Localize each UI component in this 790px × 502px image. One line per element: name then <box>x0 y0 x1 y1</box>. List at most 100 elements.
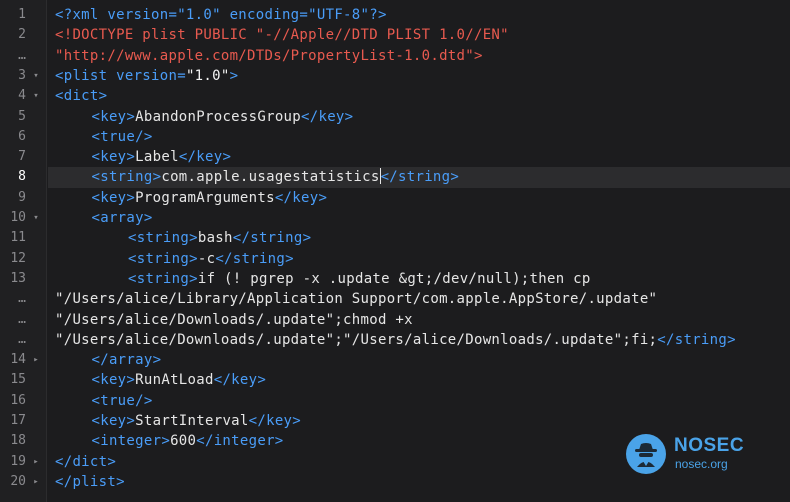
code-line[interactable]: 4 ▾ <dict> <box>0 86 790 106</box>
code-token: <integer> <box>91 433 171 450</box>
line-number: 13 <box>10 270 26 286</box>
line-number: … <box>18 291 26 307</box>
line-number: 7 <box>18 149 26 165</box>
fold-open-icon[interactable]: ▾ <box>31 86 41 106</box>
code-content: <!DOCTYPE plist PUBLIC "-//Apple//DTD PL… <box>55 25 509 45</box>
line-number: 16 <box>10 392 26 408</box>
code-token: "http://www.apple.com/DTDs/PropertyList-… <box>55 47 483 64</box>
code-line[interactable]: 6 <true/> <box>0 127 790 147</box>
code-token: -c <box>197 250 216 267</box>
code-token: bash <box>197 230 233 247</box>
code-line[interactable]: 3 ▾ <plist version="1.0"> <box>0 66 790 86</box>
code-token: </key> <box>213 372 267 389</box>
code-line[interactable]: 2 <!DOCTYPE plist PUBLIC "-//Apple//DTD P… <box>0 25 790 45</box>
code-content: <integer>600</integer> <box>92 431 284 451</box>
line-number: 2 <box>18 27 26 43</box>
line-number: 9 <box>18 189 26 205</box>
code-token: </string> <box>215 250 294 267</box>
nosec-logo: NOSEC nosec.org <box>626 434 776 480</box>
code-line[interactable]: … "/Users/alice/Downloads/.update";chmod … <box>0 310 790 330</box>
line-number: 4 <box>18 88 26 104</box>
code-line[interactable]: 17 <key>StartInterval</key> <box>0 411 790 431</box>
code-line[interactable]: … "http://www.apple.com/DTDs/PropertyList… <box>0 46 790 66</box>
code-line[interactable]: … "/Users/alice/Downloads/.update";"/User… <box>0 330 790 350</box>
code-content: <plist version="1.0"> <box>55 66 238 86</box>
code-token: </dict> <box>55 453 117 470</box>
code-token: <key> <box>91 372 136 389</box>
code-token: <key> <box>91 189 136 206</box>
code-token: <key> <box>91 413 136 429</box>
code-line[interactable]: 8 <string>com.apple.usagestatistics</stri… <box>0 167 790 188</box>
code-token: <?xml version="1.0" encoding="UTF-8"?> <box>55 7 387 23</box>
code-token: </key> <box>301 108 354 125</box>
code-line[interactable]: 5 <key>AbandonProcessGroup</key> <box>0 107 790 127</box>
fold-close-icon[interactable]: ▸ <box>31 452 41 472</box>
code-token: <string> <box>128 230 198 247</box>
code-area[interactable]: 1 <?xml version="1.0" encoding="UTF-8"?> 2… <box>0 0 790 502</box>
fold-open-icon[interactable]: ▾ <box>31 208 41 228</box>
code-token: "/Users/alice/Downloads/.update";"/Users… <box>55 331 658 348</box>
line-number: 18 <box>10 433 26 449</box>
code-token: 600 <box>170 433 197 450</box>
line-number: 14 <box>10 352 26 368</box>
code-token: Label <box>135 149 179 166</box>
code-token: <key> <box>91 149 136 166</box>
code-token: "/Users/alice/Library/Application Suppor… <box>55 291 658 308</box>
code-token: </key> <box>178 149 232 166</box>
fold-open-icon[interactable]: ▾ <box>31 66 41 86</box>
code-token: com.apple.usagestatistics <box>161 169 380 186</box>
code-line[interactable]: 10 ▾ <array> <box>0 208 790 228</box>
code-token: StartInterval <box>135 413 249 429</box>
line-number: 11 <box>10 230 26 246</box>
code-line[interactable]: 16 <true/> <box>0 391 790 411</box>
code-line[interactable]: 11 <string>bash</string> <box>0 228 790 248</box>
code-line[interactable]: 9 <key>ProgramArguments</key> <box>0 188 790 208</box>
code-line[interactable]: 12 <string>-c</string> <box>0 249 790 269</box>
code-content: <string>com.apple.usagestatistics</strin… <box>92 167 460 187</box>
code-token: </string> <box>657 331 736 348</box>
code-content: <key>AbandonProcessGroup</key> <box>92 107 354 127</box>
line-number: 19 <box>10 453 26 469</box>
line-number: 6 <box>18 128 26 144</box>
code-token: if (! pgrep -x .update &gt;/dev/null);th… <box>197 270 591 287</box>
code-token: ProgramArguments <box>135 189 275 206</box>
spy-hat-icon <box>626 434 666 474</box>
code-token: <dict> <box>55 88 108 105</box>
code-content: "/Users/alice/Downloads/.update";chmod +… <box>55 310 413 330</box>
line-number: … <box>18 311 26 327</box>
code-token: </integer> <box>196 433 284 450</box>
code-line[interactable]: 7 <key>Label</key> <box>0 147 790 167</box>
line-number: 1 <box>18 7 26 22</box>
code-token: <true/> <box>91 128 153 145</box>
code-token: AbandonProcessGroup <box>135 108 302 125</box>
code-editor[interactable]: 1 <?xml version="1.0" encoding="UTF-8"?> 2… <box>0 0 790 502</box>
code-content: <string>bash</string> <box>128 228 311 248</box>
code-line[interactable]: 15 <key>RunAtLoad</key> <box>0 370 790 390</box>
line-number: 10 <box>10 210 26 225</box>
code-content: <?xml version="1.0" encoding="UTF-8"?> <box>55 5 387 25</box>
line-number: 8 <box>18 169 26 185</box>
code-content: <string>if (! pgrep -x .update &gt;/dev/… <box>128 269 591 289</box>
fold-close-icon[interactable]: ▸ <box>31 350 41 370</box>
line-number: 5 <box>18 108 26 124</box>
code-token: </key> <box>274 189 328 206</box>
code-content: <key>RunAtLoad</key> <box>92 370 267 390</box>
code-content: "/Users/alice/Downloads/.update";"/Users… <box>55 330 736 350</box>
code-line[interactable]: 14 ▸ </array> <box>0 350 790 370</box>
code-token: </plist> <box>55 473 125 490</box>
fold-close-icon[interactable]: ▸ <box>31 472 41 492</box>
code-token: <!DOCTYPE plist PUBLIC "-//Apple//DTD PL… <box>55 27 509 44</box>
code-content: <key>Label</key> <box>92 147 232 167</box>
code-content: <dict> <box>55 86 107 106</box>
line-number: 20 <box>10 473 26 489</box>
code-line[interactable]: 13 <string>if (! pgrep -x .update &gt;/de… <box>0 269 790 289</box>
code-token: RunAtLoad <box>135 372 214 389</box>
code-content: <array> <box>92 208 153 228</box>
code-line[interactable]: … "/Users/alice/Library/Application Suppo… <box>0 289 790 309</box>
code-content: <true/> <box>92 127 153 147</box>
code-token: <key> <box>91 108 136 125</box>
line-number: … <box>18 331 26 347</box>
code-content: <true/> <box>92 391 153 411</box>
logo-domain: nosec.org <box>675 457 728 471</box>
code-line[interactable]: 1 <?xml version="1.0" encoding="UTF-8"?> <box>0 5 790 25</box>
